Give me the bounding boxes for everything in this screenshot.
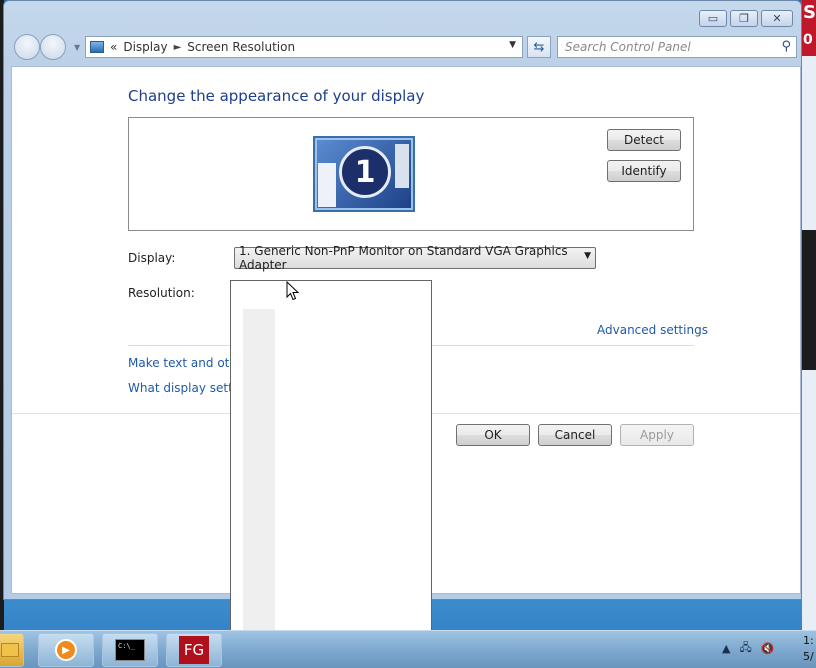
search-input[interactable]: Search Control Panel ⚲ bbox=[557, 36, 797, 58]
restore-icon: ❐ bbox=[739, 12, 749, 25]
breadcrumb-screen-resolution[interactable]: Screen Resolution bbox=[187, 40, 295, 54]
resolution-slider-popup[interactable] bbox=[230, 280, 432, 668]
page-title: Change the appearance of your display bbox=[128, 87, 425, 105]
apply-button[interactable]: Apply bbox=[620, 424, 694, 446]
monitor-number: 1 bbox=[339, 146, 391, 198]
taskbar-media-player[interactable]: ▶ bbox=[38, 633, 94, 667]
monitor-window-thumbnail-2 bbox=[395, 144, 409, 188]
display-select[interactable]: 1. Generic Non-PnP Monitor on Standard V… bbox=[234, 244, 596, 272]
advanced-settings-link[interactable]: Advanced settings bbox=[597, 323, 708, 337]
command-prompt-icon: C:\_ bbox=[115, 639, 145, 661]
fg-app-icon: FG bbox=[179, 636, 209, 664]
close-button[interactable]: ✕ bbox=[761, 10, 793, 27]
background-window-dark bbox=[802, 230, 816, 370]
control-panel-icon bbox=[90, 41, 104, 53]
taskbar-cmd[interactable]: C:\_ bbox=[102, 633, 158, 667]
cancel-button[interactable]: Cancel bbox=[538, 424, 612, 446]
breadcrumb-display[interactable]: Display bbox=[123, 40, 167, 54]
chevron-down-icon: ▼ bbox=[584, 251, 591, 261]
resolution-label: Resolution: bbox=[128, 286, 195, 300]
refresh-button[interactable]: ⇆ bbox=[527, 36, 551, 58]
search-placeholder: Search Control Panel bbox=[565, 40, 691, 54]
volume-muted-icon[interactable]: 🔇 bbox=[761, 642, 775, 655]
folder-icon bbox=[1, 643, 19, 657]
identify-button[interactable]: Identify bbox=[607, 160, 681, 182]
monitor-1-icon[interactable]: 1 bbox=[313, 136, 415, 212]
clock-date: 5/ bbox=[803, 650, 814, 663]
refresh-icon: ⇆ bbox=[533, 39, 545, 55]
restore-button[interactable]: ❐ bbox=[730, 10, 758, 27]
clock-time: 1: bbox=[803, 634, 814, 647]
search-icon[interactable]: ⚲ bbox=[781, 39, 791, 54]
detect-button[interactable]: Detect bbox=[607, 129, 681, 151]
minimize-icon: ▭ bbox=[707, 12, 719, 25]
recent-pages-chevron-icon[interactable]: ▼ bbox=[74, 43, 80, 52]
monitor-window-thumbnail bbox=[318, 163, 336, 207]
address-bar[interactable]: « Display ► Screen Resolution ▼ bbox=[85, 36, 523, 58]
ok-button[interactable]: OK bbox=[456, 424, 530, 446]
media-player-icon: ▶ bbox=[55, 639, 77, 661]
close-icon: ✕ bbox=[772, 12, 782, 25]
back-forward-buttons bbox=[14, 34, 74, 60]
address-dropdown-icon[interactable]: ▼ bbox=[509, 40, 516, 50]
monitor-preview-area: 1 Detect Identify bbox=[128, 117, 694, 231]
background-window-fragment: S0 bbox=[802, 0, 816, 56]
taskbar-fg-app[interactable]: FG bbox=[166, 633, 222, 667]
address-root-chevron[interactable]: « bbox=[110, 40, 117, 54]
network-icon[interactable]: 🖧 bbox=[739, 639, 751, 658]
show-hidden-icons-icon[interactable]: ▲ bbox=[722, 642, 730, 655]
taskbar: ▶ C:\_ FG ▲ 🖧 🔇 1: 5/ bbox=[0, 630, 816, 668]
display-label: Display: bbox=[128, 251, 176, 265]
window-controls: ▭ ❐ ✕ bbox=[699, 10, 793, 27]
back-button[interactable] bbox=[14, 34, 40, 60]
clock[interactable]: 1: 5/ bbox=[803, 633, 814, 665]
system-tray: ▲ 🖧 🔇 bbox=[722, 639, 774, 658]
taskbar-explorer[interactable] bbox=[0, 633, 24, 667]
minimize-button[interactable]: ▭ bbox=[699, 10, 727, 27]
breadcrumb-separator-icon[interactable]: ► bbox=[174, 42, 182, 53]
resolution-slider-track[interactable] bbox=[243, 309, 275, 639]
navigation-bar: ▼ « Display ► Screen Resolution ▼ ⇆ Sear… bbox=[12, 34, 797, 60]
desktop-right-edge: S0 bbox=[802, 0, 816, 630]
forward-button[interactable] bbox=[40, 34, 66, 60]
display-select-value: 1. Generic Non-PnP Monitor on Standard V… bbox=[239, 244, 568, 272]
